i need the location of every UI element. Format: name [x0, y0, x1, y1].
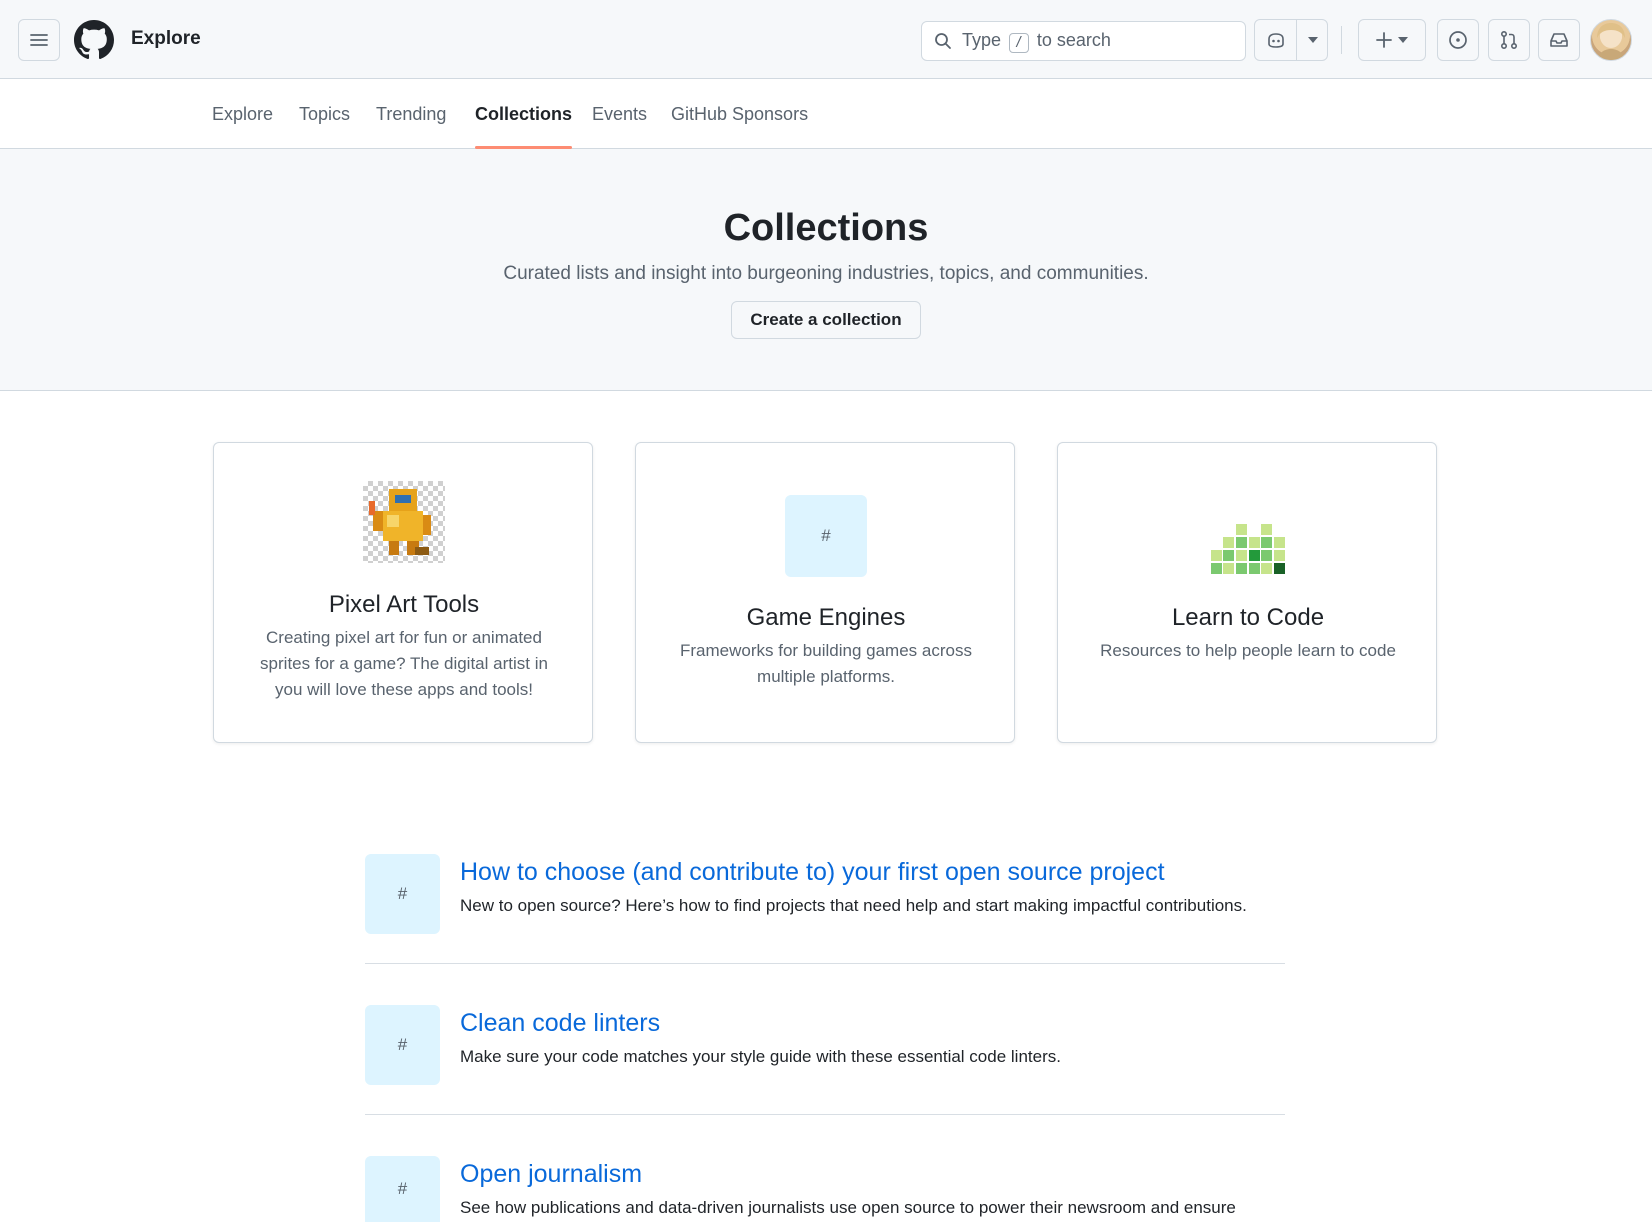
card-description: Frameworks for building games across mul…: [680, 641, 972, 686]
search-shortcut-key: /: [1009, 32, 1029, 53]
explore-subnav: Explore Topics Trending Collections Even…: [0, 79, 1652, 149]
copilot-button[interactable]: [1255, 20, 1297, 60]
green-blocks-image: [1207, 495, 1289, 577]
page-subtitle: Curated lists and insight into burgeonin…: [503, 263, 1149, 284]
hash-placeholder-image: #: [785, 495, 867, 577]
pull-requests-button[interactable]: [1488, 19, 1530, 61]
plus-icon: [1376, 32, 1392, 48]
card-description: Resources to help people learn to code: [1100, 641, 1396, 660]
issue-opened-icon: [1448, 30, 1468, 50]
collection-thumbnail: #: [365, 854, 440, 934]
pixel-robot-image: [363, 481, 445, 563]
search-icon: [932, 30, 954, 52]
list-item: # Clean code linters Make sure your code…: [365, 1005, 1285, 1095]
hamburger-icon: [30, 32, 48, 48]
list-item: # Open journalism See how publications a…: [365, 1156, 1285, 1222]
tab-events[interactable]: Events: [592, 79, 647, 149]
user-avatar[interactable]: [1590, 19, 1632, 61]
tab-collections[interactable]: Collections: [475, 79, 573, 149]
search-placeholder: Type / to search: [962, 30, 1111, 53]
app-header: Explore Type / to search: [0, 0, 1652, 79]
card-title[interactable]: Pixel Art Tools: [252, 591, 556, 619]
inbox-icon: [1549, 31, 1569, 49]
hamburger-menu-button[interactable]: [18, 19, 60, 61]
github-mark-icon: [74, 20, 114, 60]
copilot-dropdown-button[interactable]: [1297, 20, 1329, 60]
collection-description: Make sure your code matches your style g…: [460, 1047, 1061, 1066]
git-pull-request-icon: [1500, 30, 1518, 50]
issues-button[interactable]: [1437, 19, 1479, 61]
collection-thumbnail: #: [365, 1005, 440, 1085]
card-title[interactable]: Game Engines: [674, 604, 978, 632]
collection-link[interactable]: Open journalism: [460, 1160, 642, 1189]
tab-topics[interactable]: Topics: [299, 79, 350, 149]
tab-explore[interactable]: Explore: [212, 79, 273, 149]
collection-description: See how publications and data-driven jou…: [460, 1198, 1236, 1217]
triangle-down-icon: [1308, 37, 1318, 43]
list-divider: [365, 1114, 1285, 1115]
github-home-link[interactable]: [72, 18, 116, 62]
list-divider: [365, 963, 1285, 964]
featured-card-pixel-art-tools[interactable]: Pixel Art Tools Creating pixel art for f…: [213, 442, 593, 743]
featured-card-learn-to-code[interactable]: Learn to Code Resources to help people l…: [1057, 442, 1437, 743]
collection-description: New to open source? Here’s how to find p…: [460, 896, 1247, 915]
triangle-down-icon: [1398, 37, 1408, 43]
tab-trending[interactable]: Trending: [376, 79, 446, 149]
breadcrumb-explore[interactable]: Explore: [131, 28, 201, 50]
tab-github-sponsors[interactable]: GitHub Sponsors: [671, 79, 808, 149]
collections-hero: Collections Curated lists and insight in…: [0, 149, 1652, 391]
copilot-icon: [1266, 31, 1286, 49]
collection-link[interactable]: Clean code linters: [460, 1009, 660, 1038]
search-input[interactable]: Type / to search: [921, 21, 1246, 61]
card-title[interactable]: Learn to Code: [1096, 604, 1400, 632]
page-title: Collections: [723, 207, 929, 249]
copilot-button-group: [1254, 19, 1328, 61]
collection-thumbnail: #: [365, 1156, 440, 1222]
featured-card-game-engines[interactable]: # Game Engines Frameworks for building g…: [635, 442, 1015, 743]
inbox-button[interactable]: [1538, 19, 1580, 61]
create-collection-button[interactable]: Create a collection: [731, 301, 921, 339]
collection-link[interactable]: How to choose (and contribute to) your f…: [460, 858, 1165, 887]
card-description: Creating pixel art for fun or animated s…: [260, 628, 548, 699]
create-new-button[interactable]: [1358, 19, 1426, 61]
list-item: # How to choose (and contribute to) your…: [365, 854, 1285, 944]
header-divider: [1341, 26, 1342, 54]
